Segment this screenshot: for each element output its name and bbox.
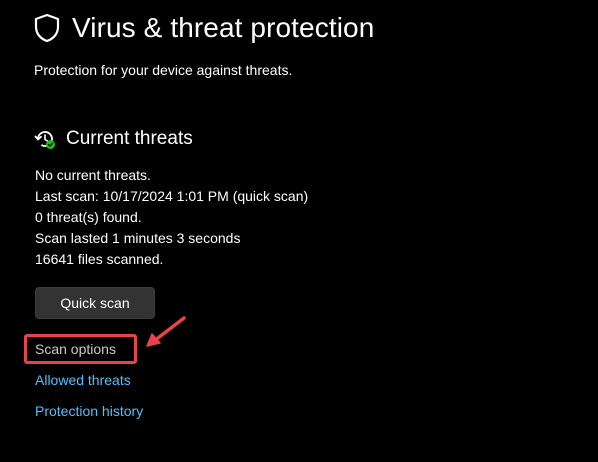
last-scan-text: Last scan: 10/17/2024 1:01 PM (quick sca… — [35, 188, 309, 204]
threat-status-text: No current threats. — [35, 167, 151, 183]
threats-found-text: 0 threat(s) found. — [35, 209, 142, 225]
files-scanned-text: 16641 files scanned. — [35, 251, 164, 267]
allowed-threats-link[interactable]: Allowed threats — [35, 372, 131, 388]
scan-info: No current threats. Last scan: 10/17/202… — [35, 165, 308, 270]
current-threats-title: Current threats — [66, 128, 193, 149]
quick-scan-button[interactable]: Quick scan — [35, 287, 155, 319]
shield-icon — [34, 13, 60, 43]
refresh-check-icon — [34, 131, 55, 149]
scan-duration-text: Scan lasted 1 minutes 3 seconds — [35, 230, 241, 246]
scan-options-link[interactable]: Scan options — [35, 341, 116, 357]
arrow-icon — [146, 316, 186, 347]
page-title: Virus & threat protection — [72, 12, 375, 43]
protection-history-link[interactable]: Protection history — [35, 403, 143, 419]
page-subtitle: Protection for your device against threa… — [34, 62, 293, 78]
current-threats-header: Current threats — [34, 128, 193, 150]
page-header: Virus & threat protection — [34, 12, 374, 44]
